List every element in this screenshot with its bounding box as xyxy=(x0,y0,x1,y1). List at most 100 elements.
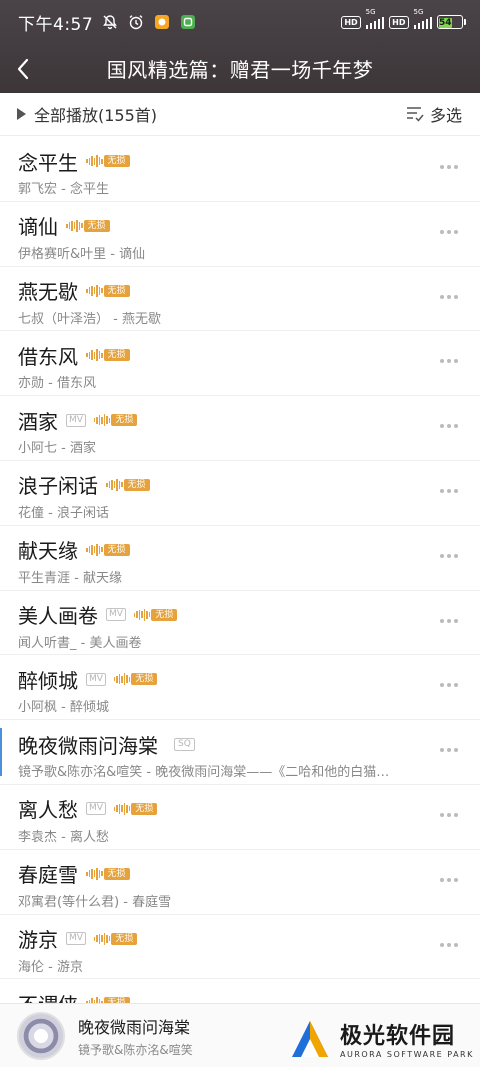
more-options-icon[interactable] xyxy=(436,420,462,432)
lossless-label: 无损 xyxy=(151,608,178,621)
lossless-label: 无损 xyxy=(111,932,138,945)
lossless-label: 无损 xyxy=(103,284,130,297)
song-subtitle: 镜予歌&陈亦洺&喧笑 - 晚夜微雨问海棠——《二哈和他的白猫… xyxy=(18,765,390,781)
song-row[interactable]: 谪仙 无损伊格赛听&叶里 - 谪仙 xyxy=(0,202,480,267)
list-toolbar: 全部播放(155首) 多选 xyxy=(0,93,480,136)
lossless-badge: 无损 xyxy=(86,284,130,298)
song-subtitle: 海伦 - 游京 xyxy=(18,959,83,975)
watermark-name-cn: 极光软件园 xyxy=(340,1024,456,1049)
song-subtitle: 小阿枫 - 醉倾城 xyxy=(18,700,109,716)
song-row[interactable]: 离人愁 MV 无损 李袁杰 - 离人愁 xyxy=(0,785,480,850)
lossless-badge: 无损 xyxy=(66,219,110,233)
player-artist: 镜予歌&陈亦洺&喧笑 xyxy=(78,1042,193,1057)
hd-badge-2: HD xyxy=(389,15,409,29)
lossless-badge: 无损 xyxy=(113,802,158,816)
mv-badge[interactable]: MV xyxy=(86,672,106,686)
song-title: 浪子闲话 xyxy=(18,474,98,499)
song-title: 春庭雪 xyxy=(18,863,78,888)
alarm-icon xyxy=(127,13,145,31)
more-options-icon[interactable] xyxy=(436,874,462,886)
song-title: 献天缘 xyxy=(18,539,78,564)
song-subtitle: 伊格赛听&叶里 - 谪仙 xyxy=(18,246,146,262)
mv-badge[interactable]: MV xyxy=(106,608,126,622)
page-title: 国风精选篇：赠君一场千年梦 xyxy=(106,58,374,82)
watermark: 极光软件园 AURORA SOFTWARE PARK xyxy=(280,1010,480,1067)
sq-badge: SQ xyxy=(174,737,195,751)
battery-level: 54 xyxy=(439,18,452,28)
song-row[interactable]: 春庭雪 无损邓寓君(等什么君) - 春庭雪 xyxy=(0,850,480,915)
status-time: 下午4:57 xyxy=(18,14,94,35)
song-row[interactable]: 燕无歇 无损 七叔（叶泽浩） - 燕无歇 xyxy=(0,267,480,332)
song-title: 美人画卷 xyxy=(18,604,98,629)
status-bar: 下午4:57 HD 5G HD 5G 54 xyxy=(0,0,480,44)
song-title: 燕无歇 xyxy=(18,280,78,305)
app-notification-icon-orange xyxy=(153,13,171,31)
more-options-icon[interactable] xyxy=(436,355,462,367)
signal-icon: 5G xyxy=(365,8,385,29)
song-title: 谪仙 xyxy=(18,215,58,240)
mute-bell-icon xyxy=(101,13,119,31)
lossless-label: 无损 xyxy=(123,478,150,491)
hd-badge: HD xyxy=(341,15,361,29)
lossless-badge: 无损 xyxy=(86,348,130,362)
play-icon xyxy=(17,108,26,120)
song-row[interactable]: 美人画卷 MV 无损闻人听書_ - 美人画卷 xyxy=(0,591,480,656)
lossless-label: 无损 xyxy=(103,867,130,880)
more-options-icon[interactable] xyxy=(436,809,462,821)
lossless-label: 无损 xyxy=(131,673,158,686)
song-title: 游京 xyxy=(18,928,58,953)
song-row[interactable]: 浪子闲话 无损花僮 - 浪子闲话 xyxy=(0,461,480,526)
lossless-badge: 无损 xyxy=(113,672,158,686)
more-options-icon[interactable] xyxy=(436,744,462,756)
multi-select-label: 多选 xyxy=(429,106,462,125)
more-options-icon[interactable] xyxy=(436,939,462,951)
battery-icon: 54 xyxy=(437,15,466,29)
song-row[interactable]: 念平生 无损郭飞宏 - 念平生 xyxy=(0,137,480,202)
multi-select-button[interactable]: 多选 xyxy=(406,102,480,126)
lossless-label: 无损 xyxy=(111,414,138,427)
more-options-icon[interactable] xyxy=(436,679,462,691)
lossless-badge: 无损 xyxy=(133,608,178,622)
mv-badge[interactable]: MV xyxy=(66,413,86,427)
song-row[interactable]: 借东风 无损亦勋 - 借东风 xyxy=(0,331,480,397)
more-options-icon[interactable] xyxy=(436,226,462,238)
more-options-icon[interactable] xyxy=(436,550,462,562)
song-subtitle: 邓寓君(等什么君) - 春庭雪 xyxy=(18,894,172,910)
song-subtitle: 郭飞宏 - 念平生 xyxy=(18,182,109,197)
more-options-icon[interactable] xyxy=(436,485,462,497)
lossless-badge: 无损 xyxy=(86,867,130,881)
song-subtitle: 平生青涯 - 献天缘 xyxy=(18,570,122,586)
title-bar: 国风精选篇：赠君一场千年梦 xyxy=(0,44,480,93)
song-subtitle: 小阿七 - 酒家 xyxy=(18,441,96,457)
song-title: 念平生 xyxy=(18,150,78,175)
more-options-icon[interactable] xyxy=(436,615,462,627)
lossless-badge: 无损 xyxy=(93,932,138,946)
mv-badge[interactable]: MV xyxy=(66,932,86,946)
aurora-logo-icon xyxy=(292,1020,328,1057)
album-cover[interactable] xyxy=(17,1011,65,1060)
lossless-badge: 无损 xyxy=(106,478,150,492)
song-title: 醉倾城 xyxy=(18,668,78,693)
song-row[interactable]: 晚夜微雨问海棠 SQ 镜予歌&陈亦洺&喧笑 - 晚夜微雨问海棠——《二哈和他的白猫… xyxy=(0,720,480,785)
song-title: 借东风 xyxy=(18,344,78,369)
song-subtitle: 李袁杰 - 离人愁 xyxy=(18,829,109,845)
song-row[interactable]: 酒家 MV 无损 小阿七 - 酒家 xyxy=(0,396,480,461)
song-subtitle: 花僮 - 浪子闲话 xyxy=(18,505,109,521)
song-row[interactable]: 游京 MV 无损海伦 - 游京 xyxy=(0,915,480,980)
mv-badge[interactable]: MV xyxy=(86,802,106,816)
song-subtitle: 闻人听書_ - 美人画卷 xyxy=(18,635,142,651)
multi-select-icon xyxy=(406,107,424,122)
song-list: 念平生 无损 郭飞宏 - 念平生 谪仙 无损 伊格赛听&叶里 - 谪仙 燕无歇 无损 七叔（叶泽… xyxy=(0,137,480,1045)
song-subtitle: 亦勋 - 借东风 xyxy=(18,376,96,392)
more-options-icon[interactable] xyxy=(436,161,462,173)
play-all-button[interactable]: 全部播放(155首) xyxy=(0,102,157,126)
song-row[interactable]: 醉倾城 MV 无损小阿枫 - 醉倾城 xyxy=(0,655,480,721)
song-row[interactable]: 献天缘 无损平生青涯 - 献天缘 xyxy=(0,526,480,591)
song-title: 离人愁 xyxy=(18,798,78,823)
app-notification-icon-green xyxy=(179,13,197,31)
lossless-label: 无损 xyxy=(103,155,130,167)
lossless-badge: 无损 xyxy=(93,413,138,427)
lossless-badge: 无损 xyxy=(86,543,130,557)
more-options-icon[interactable] xyxy=(436,291,462,303)
watermark-name-en: AURORA SOFTWARE PARK xyxy=(340,1050,474,1059)
